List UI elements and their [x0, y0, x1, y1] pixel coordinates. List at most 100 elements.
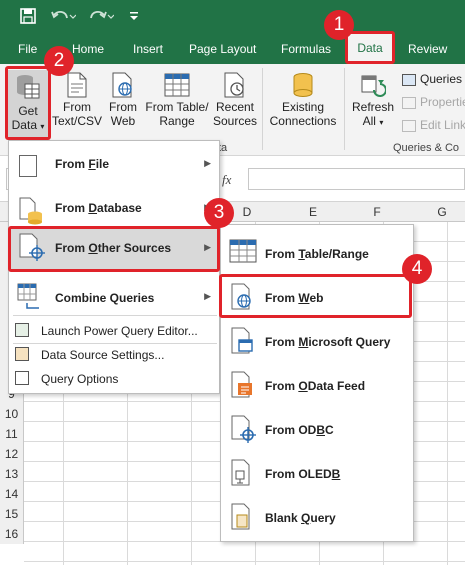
recent-label-2: Sources: [212, 114, 258, 128]
properties-button[interactable]: Properties: [402, 95, 465, 109]
redo-icon[interactable]: [88, 8, 115, 28]
blank-query-icon: [231, 503, 255, 534]
recent-label-1: Recent: [215, 100, 255, 114]
from-table-label-2: Range: [159, 114, 195, 128]
from-table-range-label: From Table/Range: [265, 247, 369, 261]
from-file-label: From File: [55, 157, 110, 171]
submenu-arrow-icon: ▶: [204, 158, 211, 168]
row-header[interactable]: 16: [0, 524, 24, 544]
fx-icon[interactable]: fx: [222, 172, 231, 188]
recent-sources-button[interactable]: Recent Sources: [212, 72, 258, 128]
query-options-label: Query Options: [41, 372, 119, 386]
customize-qat-icon[interactable]: [128, 8, 140, 28]
submenu-item-from-odata-feed[interactable]: From OData Feed: [221, 365, 413, 405]
refresh-label-1: Refresh: [351, 100, 395, 114]
table-icon: [164, 72, 190, 98]
step-badge-1: 1: [324, 10, 354, 40]
from-table-label-1: From Table/: [145, 100, 209, 114]
column-header-e[interactable]: E: [281, 205, 345, 219]
from-odata-feed-label: From OData Feed: [265, 379, 366, 393]
tab-home[interactable]: Home: [72, 42, 104, 56]
tab-formulas[interactable]: Formulas: [281, 42, 331, 56]
refresh-all-button[interactable]: Refresh All ▾: [350, 72, 396, 130]
tab-file[interactable]: File: [18, 42, 37, 56]
row-header[interactable]: 12: [0, 444, 24, 464]
ribbon-separator: [344, 68, 345, 150]
from-odbc-label: From ODBC: [265, 423, 334, 437]
existing-label-1: Existing: [281, 100, 325, 114]
menu-divider: [13, 315, 217, 316]
save-icon[interactable]: [20, 8, 36, 28]
from-database-label: From Database: [55, 201, 142, 215]
submenu-arrow-icon: ▶: [204, 291, 211, 301]
submenu-item-blank-query[interactable]: Blank Query: [221, 497, 413, 537]
refresh-icon: [360, 72, 387, 98]
menu-item-launch-power-query-editor[interactable]: Launch Power Query Editor...: [9, 321, 219, 343]
column-header-f[interactable]: F: [345, 205, 409, 219]
from-text-csv-button[interactable]: From Text/CSV: [52, 72, 102, 128]
highlight-data-tab: [345, 31, 395, 64]
row-header[interactable]: 13: [0, 464, 24, 484]
queries-label: Queries &: [420, 72, 465, 86]
highlight-from-web: [219, 274, 412, 318]
edit-links-icon: [402, 119, 416, 132]
properties-icon: [402, 96, 416, 109]
web-icon: [112, 72, 134, 98]
from-text-label-1: From: [63, 100, 91, 114]
file-icon: [19, 155, 37, 177]
existing-connections-button[interactable]: Existing Connections: [266, 72, 340, 128]
submenu-item-from-oledb[interactable]: From OLEDB: [221, 453, 413, 493]
from-table-range-ribbon-button[interactable]: From Table/ Range: [144, 72, 210, 128]
row-header[interactable]: 15: [0, 504, 24, 524]
submenu-item-from-microsoft-query[interactable]: From Microsoft Query: [221, 321, 413, 361]
database-icon: [19, 197, 43, 228]
edit-links-button[interactable]: Edit Links: [402, 118, 465, 132]
from-web-ribbon-button[interactable]: From Web: [104, 72, 142, 128]
edit-links-label: Edit Links: [420, 118, 465, 132]
from-microsoft-query-label: From Microsoft Query: [265, 335, 391, 349]
from-web-label-2: Web: [110, 114, 136, 128]
column-header-g[interactable]: G: [410, 205, 465, 219]
recent-sources-icon: [224, 72, 246, 98]
ribbon-separator: [262, 68, 263, 150]
step-badge-2: 2: [44, 46, 74, 76]
submenu-item-from-odbc[interactable]: From ODBC: [221, 409, 413, 449]
properties-label: Properties: [420, 95, 465, 109]
menu-item-query-options[interactable]: Query Options: [9, 369, 219, 391]
menu-item-from-file[interactable]: From File ▶: [9, 149, 219, 189]
blank-query-label: Blank Query: [265, 511, 336, 525]
menu-item-combine-queries[interactable]: Combine Queries ▶: [9, 279, 219, 319]
row-header[interactable]: 10: [0, 404, 24, 424]
formula-input[interactable]: [248, 168, 465, 190]
table-range-icon: [229, 239, 257, 266]
submenu-item-from-table-range[interactable]: From Table/Range: [221, 233, 413, 273]
group-queries-label: Queries & Co: [393, 142, 460, 154]
from-oledb-label: From OLEDB: [265, 467, 341, 481]
tab-insert[interactable]: Insert: [133, 42, 163, 56]
refresh-label-2: All ▾: [362, 114, 384, 128]
row-header[interactable]: 11: [0, 424, 24, 444]
step-badge-3: 3: [204, 198, 234, 228]
existing-connections-icon: [291, 72, 315, 98]
existing-label-2: Connections: [269, 114, 337, 128]
queries-connections-button[interactable]: Queries &: [402, 72, 465, 86]
menu-item-data-source-settings[interactable]: Data Source Settings...: [9, 345, 219, 367]
tab-page-layout[interactable]: Page Layout: [189, 42, 256, 56]
tab-review[interactable]: Review: [408, 42, 447, 56]
other-sources-submenu: From Table/Range From Web From Microsoft…: [220, 224, 414, 542]
odbc-icon: [231, 415, 257, 448]
odata-feed-icon: [231, 371, 255, 402]
query-options-icon: [15, 371, 29, 385]
power-query-icon: [15, 323, 29, 337]
settings-icon: [15, 347, 29, 361]
undo-icon[interactable]: [50, 8, 77, 28]
from-web-label-1: From: [109, 100, 137, 114]
combine-queries-label: Combine Queries: [55, 291, 155, 305]
highlight-from-other-sources: [8, 226, 220, 272]
microsoft-query-icon: [231, 327, 255, 358]
title-bar: [0, 0, 465, 34]
row-header[interactable]: 14: [0, 484, 24, 504]
combine-queries-icon: [17, 283, 43, 314]
queries-icon: [402, 73, 416, 86]
step-badge-4: 4: [402, 254, 432, 284]
